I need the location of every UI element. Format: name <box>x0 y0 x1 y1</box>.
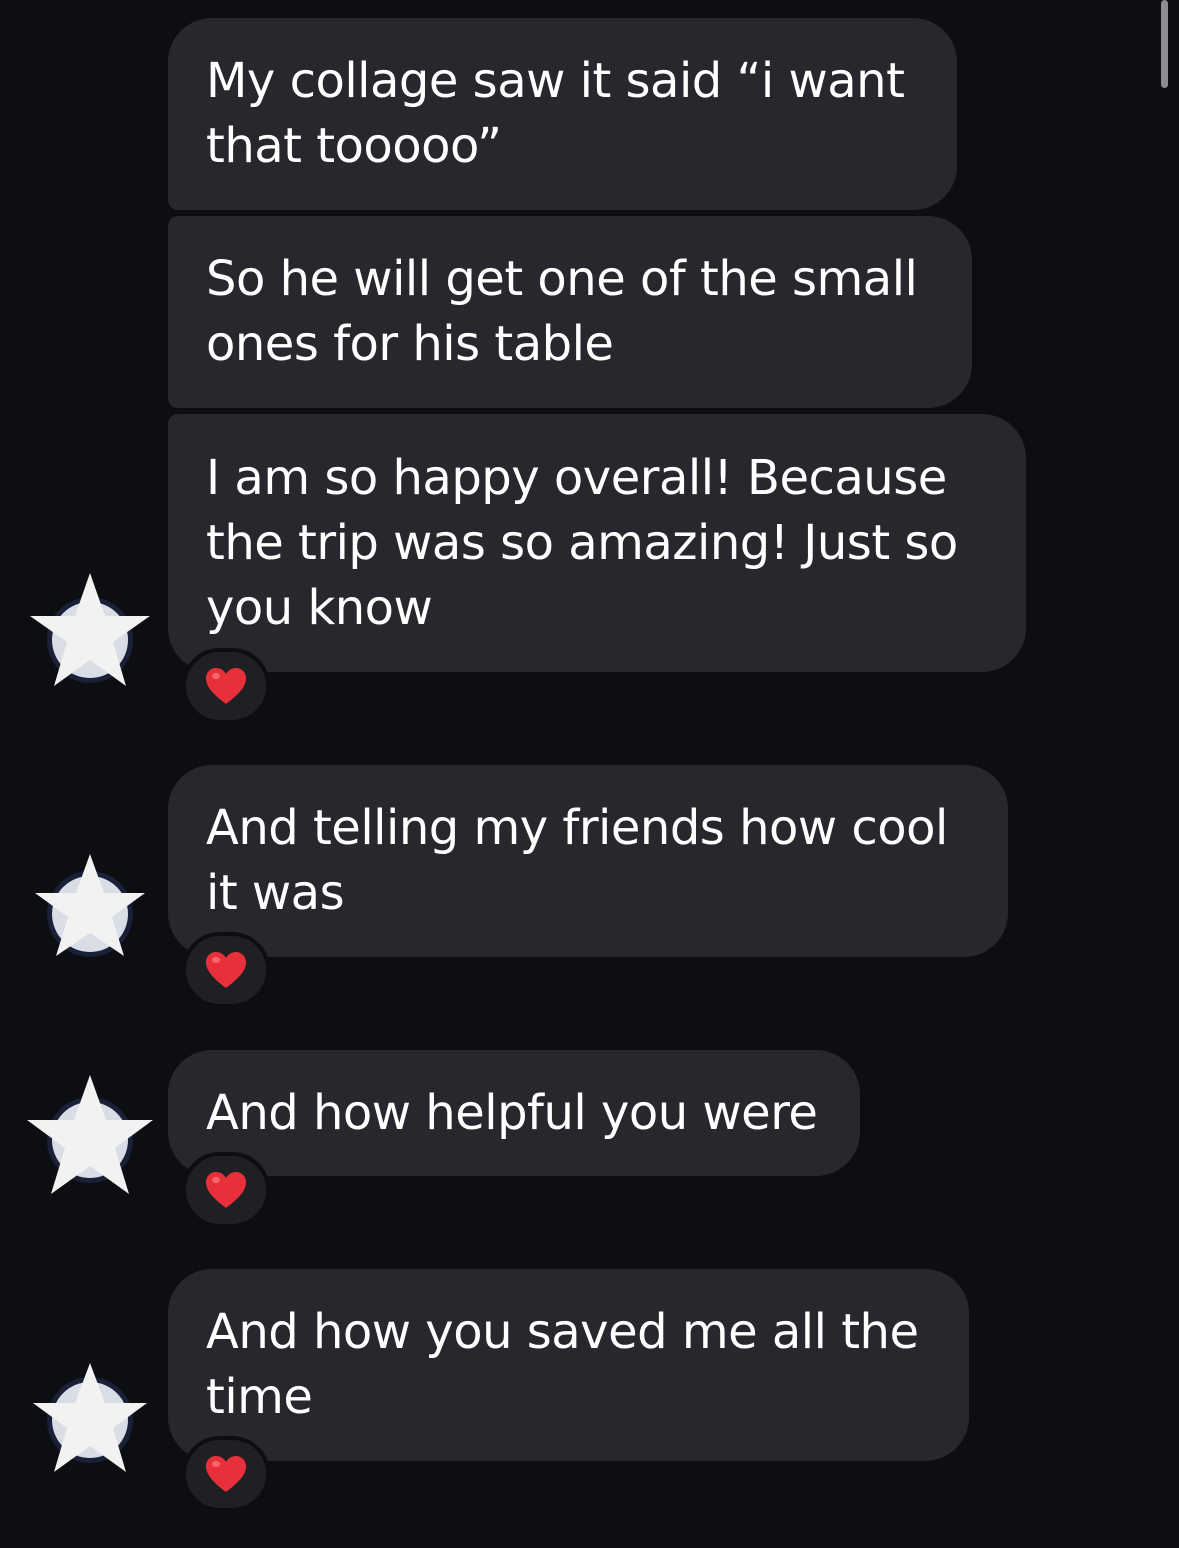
sender-avatar[interactable] <box>25 1358 155 1488</box>
message-bubble[interactable]: I am so happy overall! Because the trip … <box>168 414 1026 672</box>
reaction-badge[interactable] <box>182 1152 270 1228</box>
message-text: And how you saved me all the time <box>206 1304 919 1425</box>
reaction-badge[interactable] <box>182 648 270 724</box>
message-bubble[interactable]: My collage saw it said “i want that tooo… <box>168 18 957 210</box>
reaction-badge[interactable] <box>182 1436 270 1512</box>
message-text: And how helpful you were <box>206 1084 818 1141</box>
message-bubble[interactable]: And how you saved me all the time <box>168 1269 969 1461</box>
message-thread: My collage saw it said “i want that tooo… <box>0 0 1179 1548</box>
star-icon <box>30 573 150 686</box>
heart-icon <box>206 1172 246 1208</box>
star-icon <box>27 1075 153 1194</box>
message-bubble[interactable]: And telling my friends how cool it was <box>168 765 1008 957</box>
heart-icon <box>206 668 246 704</box>
message-text: And telling my friends how cool it was <box>206 800 948 921</box>
message-text: I am so happy overall! Because the trip … <box>206 449 958 636</box>
message-bubble[interactable]: And how helpful you were <box>168 1050 860 1176</box>
message-text: So he will get one of the small ones for… <box>206 251 918 372</box>
sender-avatar[interactable] <box>25 1070 155 1200</box>
heart-icon <box>206 1456 246 1492</box>
reaction-badge[interactable] <box>182 932 270 1008</box>
scrollbar-thumb[interactable] <box>1161 0 1168 88</box>
message-text: My collage saw it said “i want that tooo… <box>206 53 905 174</box>
message-bubble[interactable]: So he will get one of the small ones for… <box>168 216 972 408</box>
sender-avatar[interactable] <box>25 570 155 700</box>
sender-avatar[interactable] <box>28 850 158 980</box>
star-icon <box>33 1363 147 1472</box>
heart-icon <box>206 952 246 988</box>
star-icon <box>35 854 145 957</box>
